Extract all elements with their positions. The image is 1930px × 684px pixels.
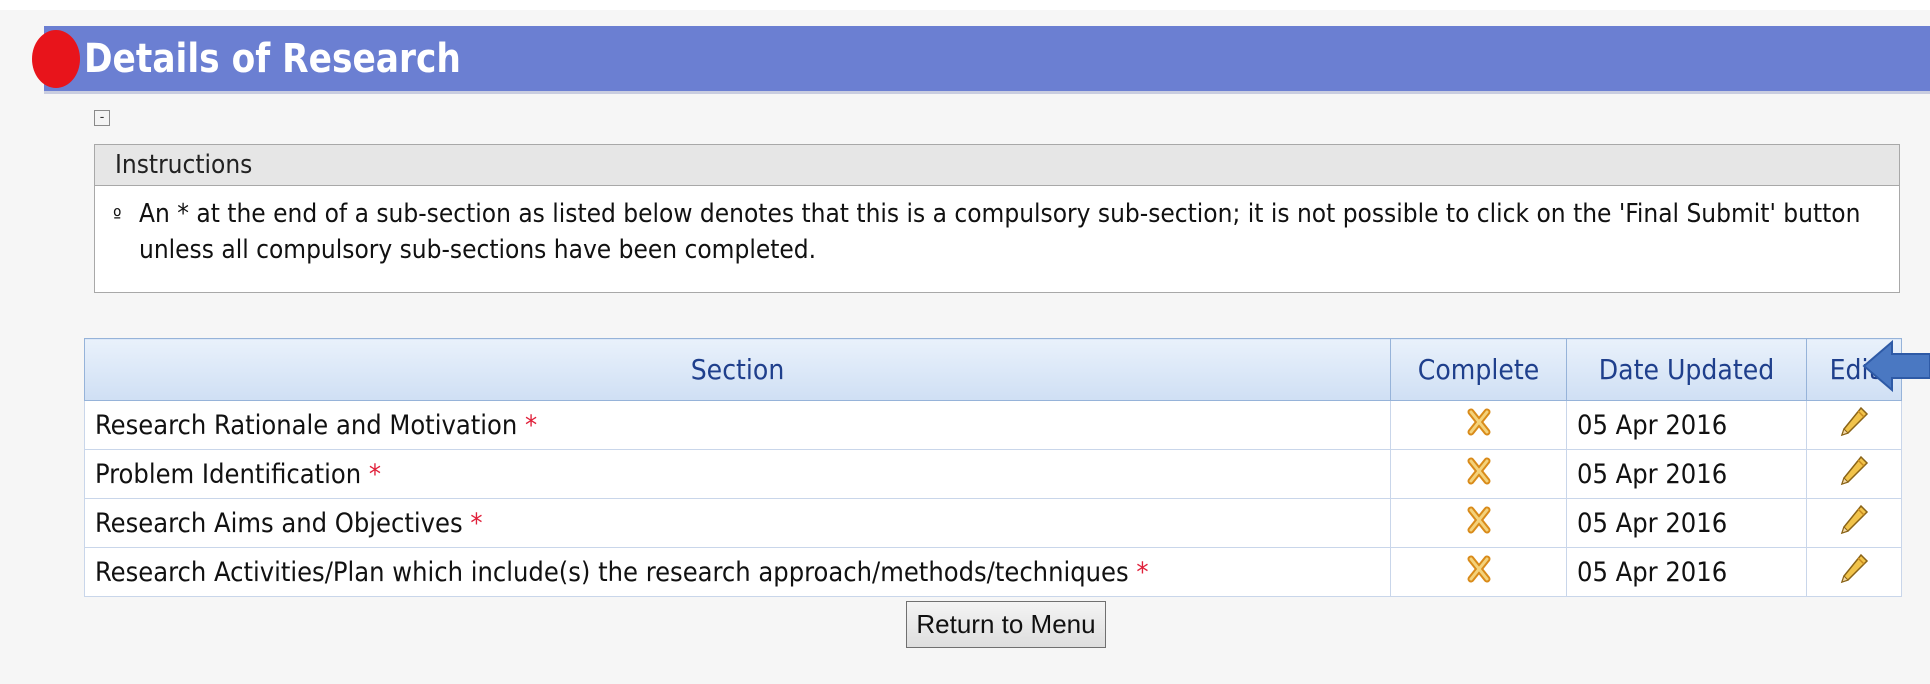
column-header-complete: Complete [1390, 338, 1567, 401]
edit-cell [1806, 400, 1902, 450]
cross-icon [1466, 554, 1492, 591]
page-title: Details of Research [84, 36, 461, 82]
section-name-cell: Research Rationale and Motivation * [84, 400, 1391, 450]
pencil-icon[interactable] [1839, 455, 1869, 494]
column-header-date-updated: Date Updated [1566, 338, 1807, 401]
instructions-body: º An * at the end of a sub-section as li… [95, 186, 1899, 268]
left-arrow-icon [1862, 339, 1930, 393]
section-name-cell: Research Aims and Objectives * [84, 498, 1391, 548]
table-row: Problem Identification * 05 Apr 2016 [84, 449, 1902, 499]
section-name-cell: Problem Identification * [84, 449, 1391, 499]
required-marker: * [368, 458, 382, 490]
cross-icon [1466, 456, 1492, 493]
top-strip [0, 0, 1930, 10]
section-name: Research Activities/Plan which include(s… [95, 556, 1129, 588]
cross-icon [1466, 407, 1492, 444]
section-name-cell: Research Activities/Plan which include(s… [84, 547, 1391, 597]
collapse-toggle-button[interactable]: - [94, 110, 110, 126]
bullet-icon: º [113, 204, 122, 228]
required-marker: * [470, 507, 483, 539]
column-header-section: Section [84, 338, 1391, 401]
instructions-title: Instructions [95, 145, 1899, 186]
required-marker: * [1136, 556, 1149, 588]
complete-cell [1390, 400, 1567, 450]
section-name: Research Rationale and Motivation [95, 409, 518, 441]
table-header-row: Section Complete Date Updated Edit [84, 338, 1902, 401]
pencil-icon[interactable] [1839, 553, 1869, 592]
section-name: Research Aims and Objectives [95, 507, 463, 539]
edit-cell [1806, 498, 1902, 548]
instructions-text: An * at the end of a sub-section as list… [139, 199, 1861, 265]
return-to-menu-button[interactable]: Return to Menu [906, 601, 1106, 648]
instructions-panel: Instructions º An * at the end of a sub-… [94, 144, 1900, 293]
pencil-icon[interactable] [1839, 406, 1869, 445]
cross-icon [1466, 505, 1492, 542]
table-row: Research Aims and Objectives * 05 Apr 201… [84, 498, 1902, 548]
pencil-icon[interactable] [1839, 504, 1869, 543]
complete-cell [1390, 547, 1567, 597]
required-marker: * [524, 409, 538, 441]
sections-table: Section Complete Date Updated Edit Resea… [84, 338, 1902, 597]
edit-cell [1806, 449, 1902, 499]
table-row: Research Rationale and Motivation * 05 Ap… [84, 400, 1902, 450]
red-dot-icon [32, 30, 80, 88]
date-updated-cell: 05 Apr 2016 [1566, 547, 1807, 597]
section-name: Problem Identification [95, 458, 362, 490]
table-row: Research Activities/Plan which include(s… [84, 547, 1902, 597]
edit-cell [1806, 547, 1902, 597]
complete-cell [1390, 449, 1567, 499]
date-updated-cell: 05 Apr 2016 [1566, 400, 1807, 450]
complete-cell [1390, 498, 1567, 548]
date-updated-cell: 05 Apr 2016 [1566, 449, 1807, 499]
date-updated-cell: 05 Apr 2016 [1566, 498, 1807, 548]
